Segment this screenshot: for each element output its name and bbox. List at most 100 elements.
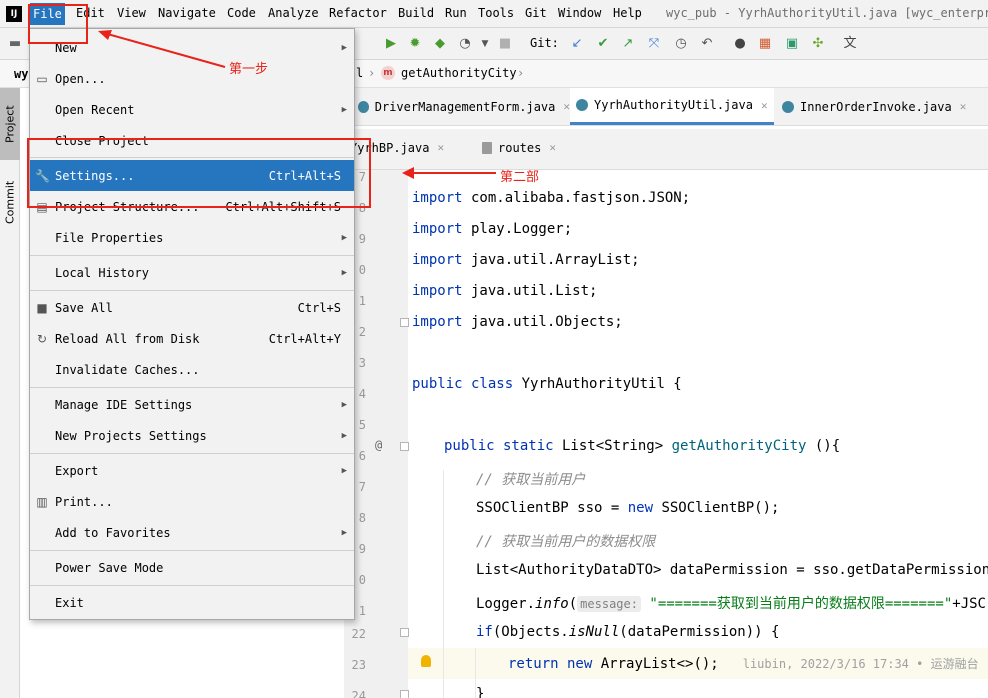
coverage-icon[interactable]: ◆ (433, 37, 447, 51)
close-tab-icon[interactable]: ✕ (437, 141, 444, 154)
project-name-short[interactable]: wy (14, 67, 28, 81)
menu-item-print[interactable]: ▥ Print... (30, 486, 354, 517)
git-push-icon[interactable]: ↗ (621, 37, 635, 51)
debug-icon[interactable]: ✹ (408, 37, 422, 51)
commit-tool-label: Commit (3, 180, 17, 224)
class-icon (358, 100, 369, 113)
code-line: Logger.info(message: "=======获取到当前用户的数据权… (476, 596, 986, 612)
menu-item-add-to-favorites[interactable]: Add to Favorites ▶ (30, 517, 354, 548)
code-line: if(Objects.isNull(dataPermission)) { (476, 624, 780, 640)
breadcrumb-class[interactable]: l (356, 66, 363, 80)
tab-label: routes (498, 140, 542, 155)
fold-marker-icon[interactable] (400, 318, 409, 327)
tab-routes[interactable]: routes ✕ (476, 129, 568, 166)
menu-item-file-properties[interactable]: File Properties ▶ (30, 222, 354, 253)
run-icon[interactable]: ▶ (384, 37, 398, 51)
menu-separator (30, 387, 354, 388)
code-line: public class YyrhAuthorityUtil { (412, 376, 682, 392)
fold-marker-icon[interactable] (400, 690, 409, 698)
annotation-at-icon[interactable]: @ (375, 438, 382, 452)
project-tool-label: Project (3, 105, 17, 143)
close-tab-icon[interactable]: ✕ (761, 99, 768, 112)
menu-code[interactable]: Code (227, 6, 256, 20)
menu-item-new-projects-settings[interactable]: New Projects Settings ▶ (30, 420, 354, 451)
tab-yyrh-authority-util[interactable]: YyrhAuthorityUtil.java ✕ (570, 88, 774, 125)
folder-icon: ▭ (36, 71, 48, 86)
menu-view[interactable]: View (117, 6, 146, 20)
menu-item-local-history[interactable]: Local History ▶ (30, 257, 354, 288)
tab-label: DriverManagementForm.java (374, 99, 556, 114)
run-more-icon[interactable]: ▼ (478, 37, 492, 51)
breadcrumb-method[interactable]: getAuthorityCity (401, 66, 517, 80)
submenu-arrow-icon: ▶ (341, 399, 347, 410)
menu-navigate[interactable]: Navigate (158, 6, 216, 20)
annotation-step1: 第一步 (229, 62, 269, 77)
close-tab-icon[interactable]: ✕ (960, 100, 967, 113)
lightbulb-icon[interactable] (421, 655, 431, 667)
tab-inner-order-invoke[interactable]: InnerOrderInvoke.java ✕ (776, 88, 972, 125)
git-fetch-icon[interactable]: ⤧ (647, 37, 661, 51)
class-icon (782, 100, 794, 113)
breadcrumb-chevron-icon: › (517, 66, 525, 80)
stop-icon[interactable]: ■ (498, 37, 512, 51)
code-with-me-icon[interactable]: ▣ (785, 37, 799, 51)
tab-label: YyrhAuthorityUtil.java (594, 98, 753, 112)
fold-marker-icon[interactable] (400, 628, 409, 637)
puzzle-icon[interactable]: ✣ (811, 37, 825, 51)
class-icon (576, 99, 588, 111)
submenu-arrow-icon: ▶ (341, 42, 347, 53)
code-line: // 获取当前用户的数据权限 (476, 534, 656, 550)
menu-separator (30, 290, 354, 291)
menu-tools[interactable]: Tools (478, 6, 514, 20)
menu-item-exit[interactable]: Exit (30, 587, 354, 618)
menu-refactor[interactable]: Refactor (329, 6, 387, 20)
menu-run[interactable]: Run (445, 6, 467, 20)
history-icon[interactable]: ◷ (674, 37, 688, 51)
annotation-step2: 第二部 (500, 170, 540, 185)
editor-tabs-row-1: DriverManagementForm.java ✕ YyrhAuthorit… (344, 88, 988, 126)
save-icon: ■ (36, 300, 48, 315)
menu-item-manage-ide-settings[interactable]: Manage IDE Settings ▶ (30, 389, 354, 420)
code-line: return new ArrayList<>(); liubin, 2022/3/… (508, 656, 979, 672)
code-line: public static List<String> getAuthorityC… (444, 438, 841, 454)
code-line: import java.util.ArrayList; (412, 252, 640, 268)
menu-item-open[interactable]: ▭ Open... (30, 63, 354, 94)
left-tool-strip: Project Commit (0, 88, 20, 698)
tab-driver-management-form[interactable]: DriverManagementForm.java ✕ (352, 88, 570, 125)
menu-item-reload-all[interactable]: ↻ Reload All from Disk Ctrl+Alt+Y (30, 323, 354, 354)
git-commit-icon[interactable]: ✔ (596, 37, 610, 51)
menu-item-open-recent[interactable]: Open Recent ▶ (30, 94, 354, 125)
menu-item-invalidate-caches[interactable]: Invalidate Caches... (30, 354, 354, 385)
menu-item-export[interactable]: Export ▶ (30, 455, 354, 486)
git-update-icon[interactable]: ↙ (570, 37, 584, 51)
menu-help[interactable]: Help (613, 6, 642, 20)
code-editor[interactable] (408, 170, 988, 698)
commit-tool-tab[interactable]: Commit (0, 172, 20, 232)
submenu-arrow-icon: ▶ (341, 465, 347, 476)
menu-window[interactable]: Window (558, 6, 601, 20)
menu-item-power-save-mode[interactable]: Power Save Mode (30, 552, 354, 583)
close-tab-icon[interactable]: ✕ (563, 100, 570, 113)
plugin-icon[interactable]: ▦ (758, 37, 772, 51)
translate-icon[interactable]: 文 (843, 37, 857, 51)
file-icon (482, 141, 492, 154)
menu-separator (30, 453, 354, 454)
open-folder-icon[interactable]: ▬ (8, 37, 22, 51)
breadcrumb-separator-icon: › (368, 66, 376, 80)
project-tool-tab[interactable]: Project (0, 88, 20, 160)
close-tab-icon[interactable]: ✕ (549, 141, 556, 154)
profiler-icon[interactable]: ◔ (458, 37, 472, 51)
submenu-arrow-icon: ▶ (341, 104, 347, 115)
menu-item-save-all[interactable]: ■ Save All Ctrl+S (30, 292, 354, 323)
file-menu-dropdown: New ▶ ▭ Open... Open Recent ▶ Close Project… (29, 28, 355, 620)
search-everywhere-icon[interactable]: ● (733, 37, 747, 51)
menu-build[interactable]: Build (398, 6, 434, 20)
fold-marker-icon[interactable] (400, 442, 409, 451)
submenu-arrow-icon: ▶ (341, 232, 347, 243)
menu-git[interactable]: Git (525, 6, 547, 20)
annotation-box-file (28, 4, 88, 44)
code-line: List<AuthorityDataDTO> dataPermission = … (476, 562, 988, 578)
rollback-icon[interactable]: ↶ (700, 37, 714, 51)
menu-analyze[interactable]: Analyze (268, 6, 319, 20)
tab-label: InnerOrderInvoke.java (800, 99, 952, 114)
